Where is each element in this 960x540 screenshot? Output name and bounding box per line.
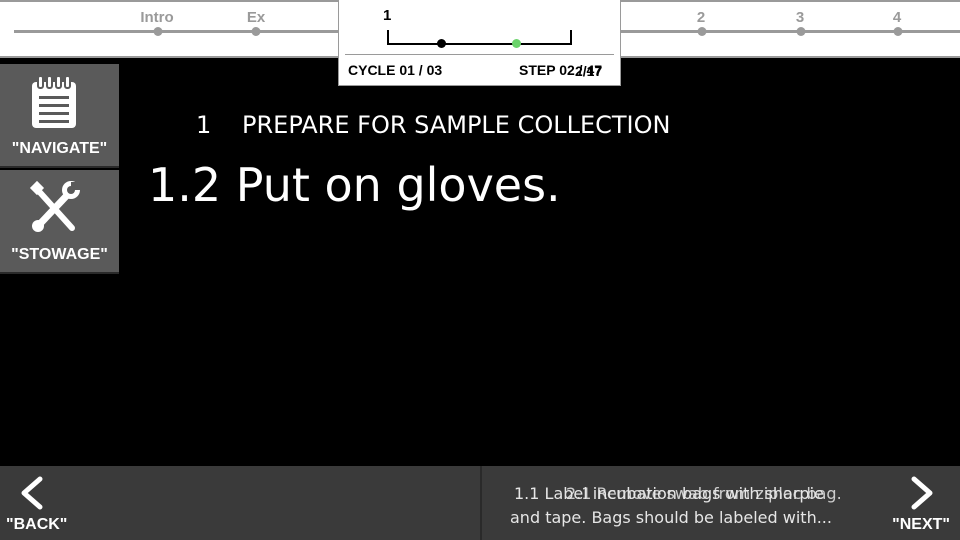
notepad-icon	[28, 74, 80, 130]
timeline-dot-section-2[interactable]	[697, 27, 707, 36]
timeline-label-section-4[interactable]: 4	[893, 9, 901, 26]
cycle-counter: CYCLE 01 / 03	[348, 62, 443, 78]
timeline-dot-intro[interactable]	[153, 27, 163, 36]
next-step-preview[interactable]: 1.1 Label incubation bags with sharpie 2…	[480, 466, 880, 540]
stowage-button[interactable]: "STOWAGE"	[0, 170, 119, 274]
chevron-left-icon	[21, 476, 43, 510]
back-button[interactable]: "BACK"	[0, 466, 80, 540]
step-counter-overlay: 2/17	[575, 63, 603, 79]
step-title: 1.2 Put on gloves.	[148, 158, 561, 212]
timeline-dot-ex[interactable]	[251, 27, 261, 36]
section-title: PREPARE FOR SAMPLE COLLECTION	[242, 111, 671, 139]
section-number: 1	[196, 111, 212, 139]
panel-divider	[345, 54, 614, 55]
timeline-label-intro[interactable]: Intro	[140, 9, 173, 26]
next-button[interactable]: "NEXT"	[880, 466, 960, 540]
step-dot-current[interactable]	[512, 39, 521, 48]
timeline-dot-section-4[interactable]	[893, 27, 903, 36]
next-button-label: "NEXT"	[892, 516, 950, 533]
current-section-number: 1	[383, 7, 392, 24]
timeline-label-ex[interactable]: Ex	[247, 9, 265, 26]
back-button-label: "BACK"	[6, 516, 68, 533]
stowage-button-label: "STOWAGE"	[11, 246, 108, 263]
current-section-panel: 1 CYCLE 01 / 03 STEP 02 / 47 2/17	[338, 0, 621, 86]
preview-overlay-text: 2.1 Remove swab from ziploc bag.	[566, 484, 842, 503]
timeline-label-section-2[interactable]: 2	[697, 9, 705, 26]
chevron-right-icon	[911, 476, 933, 510]
section-steps-bracket	[387, 30, 572, 45]
bottom-navigation-bar: "BACK" 1.1 Label incubation bags with sh…	[0, 466, 960, 540]
preview-line-2: and tape. Bags should be labeled with...	[510, 508, 832, 527]
timeline-label-section-3[interactable]: 3	[796, 9, 804, 26]
timeline-dot-section-3[interactable]	[796, 27, 806, 36]
step-dot-completed[interactable]	[437, 39, 446, 48]
navigate-button[interactable]: "NAVIGATE"	[0, 64, 119, 168]
tools-icon	[28, 180, 81, 236]
navigate-button-label: "NAVIGATE"	[11, 140, 108, 157]
